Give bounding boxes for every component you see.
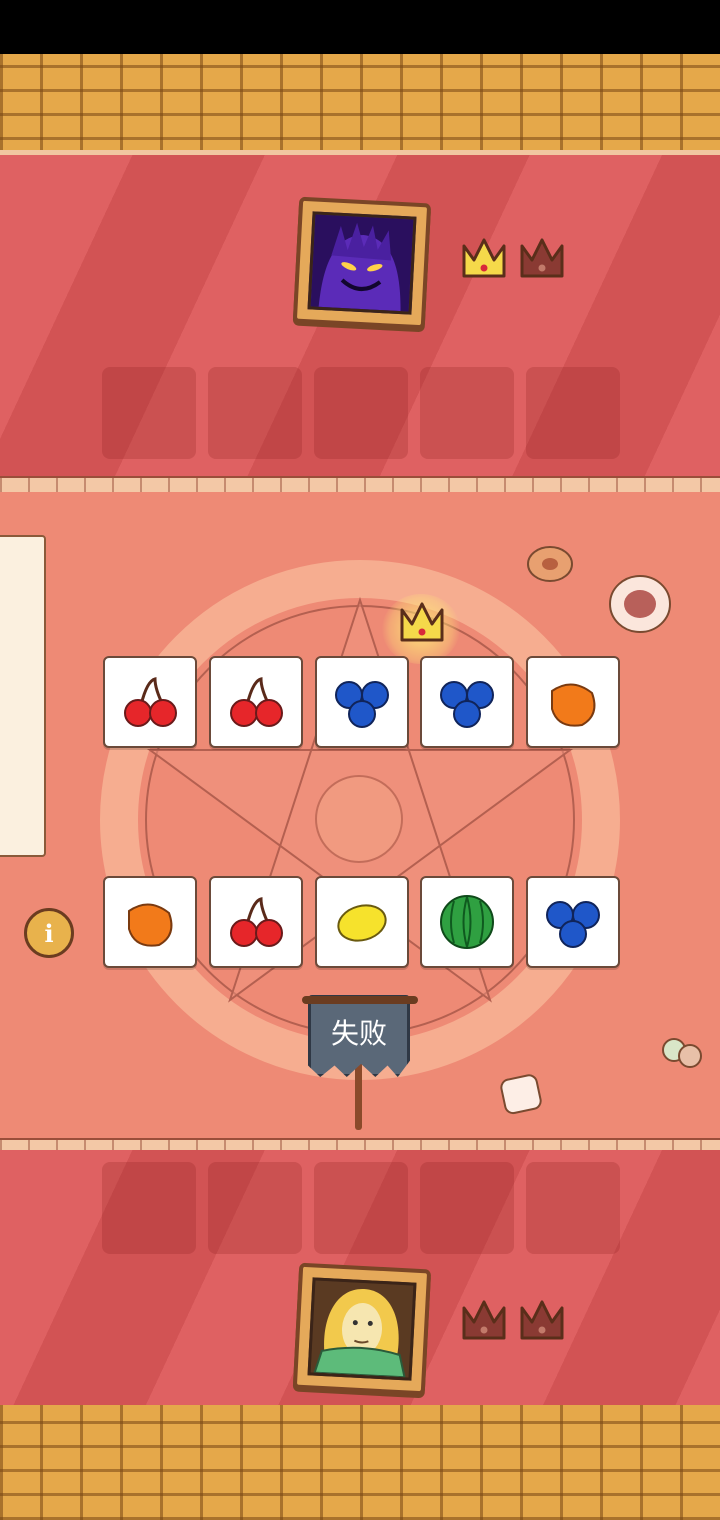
wood-floor-top [0, 54, 720, 164]
blonde-hero-icon [310, 1280, 414, 1379]
sugar-cube-icon [500, 1074, 542, 1115]
hand-slot [314, 367, 408, 459]
crown-empty-icon [520, 238, 564, 278]
opponent-card-4 [420, 656, 514, 748]
mango-icon [128, 903, 173, 947]
hand-slot[interactable] [420, 1162, 514, 1254]
cherry-icon [124, 677, 177, 727]
status-bar [0, 0, 720, 54]
opponent-card-2 [209, 656, 303, 748]
info-icon[interactable]: i [24, 908, 74, 958]
player-avatar[interactable] [292, 1262, 432, 1396]
hand-slot [208, 367, 302, 459]
flag-pole [355, 1060, 362, 1130]
cherry-icon [230, 677, 283, 727]
opponent-hand-slots [102, 367, 620, 459]
crown-empty-icon [462, 1300, 506, 1340]
player-card-5[interactable] [526, 876, 620, 968]
opponent-crowns [460, 236, 566, 282]
crown-won-icon [462, 238, 506, 278]
hand-slot[interactable] [314, 1162, 408, 1254]
hand-slot[interactable] [102, 1162, 196, 1254]
hand-slot [102, 367, 196, 459]
cherry-icon [230, 897, 283, 947]
opponent-card-1 [103, 656, 197, 748]
watermelon-icon [440, 895, 494, 949]
result-banner: 失败 [308, 995, 410, 1077]
lemon-icon [337, 904, 387, 942]
opponent-card-5 [526, 656, 620, 748]
crown-empty-icon [520, 1300, 564, 1340]
donut-icon [527, 546, 573, 582]
flag-crossbar [302, 996, 418, 1004]
magic-circle-center [315, 775, 403, 863]
player-crowns [460, 1298, 566, 1344]
blueberry-icon [440, 681, 494, 728]
hand-slot [420, 367, 514, 459]
blueberry-icon [546, 901, 600, 948]
shadow-demon-icon [310, 214, 414, 312]
hand-slot[interactable] [208, 1162, 302, 1254]
teacup-icon [609, 575, 671, 633]
player-card-4[interactable] [420, 876, 514, 968]
wood-floor-bottom [0, 1405, 720, 1520]
opponent-avatar[interactable] [292, 196, 432, 330]
hand-slot[interactable] [526, 1162, 620, 1254]
hand-slot [526, 367, 620, 459]
player-card-2[interactable] [209, 876, 303, 968]
mango-icon [551, 683, 596, 727]
player-card-3[interactable] [315, 876, 409, 968]
player-hand-slots [102, 1162, 620, 1254]
rules-scroll[interactable] [0, 535, 46, 857]
blueberry-icon [335, 681, 389, 728]
crown-icon [400, 602, 444, 642]
coins-icon [662, 1038, 702, 1068]
player-card-1[interactable] [103, 876, 197, 968]
opponent-card-3 [315, 656, 409, 748]
result-banner-text: 失败 [330, 1017, 387, 1050]
